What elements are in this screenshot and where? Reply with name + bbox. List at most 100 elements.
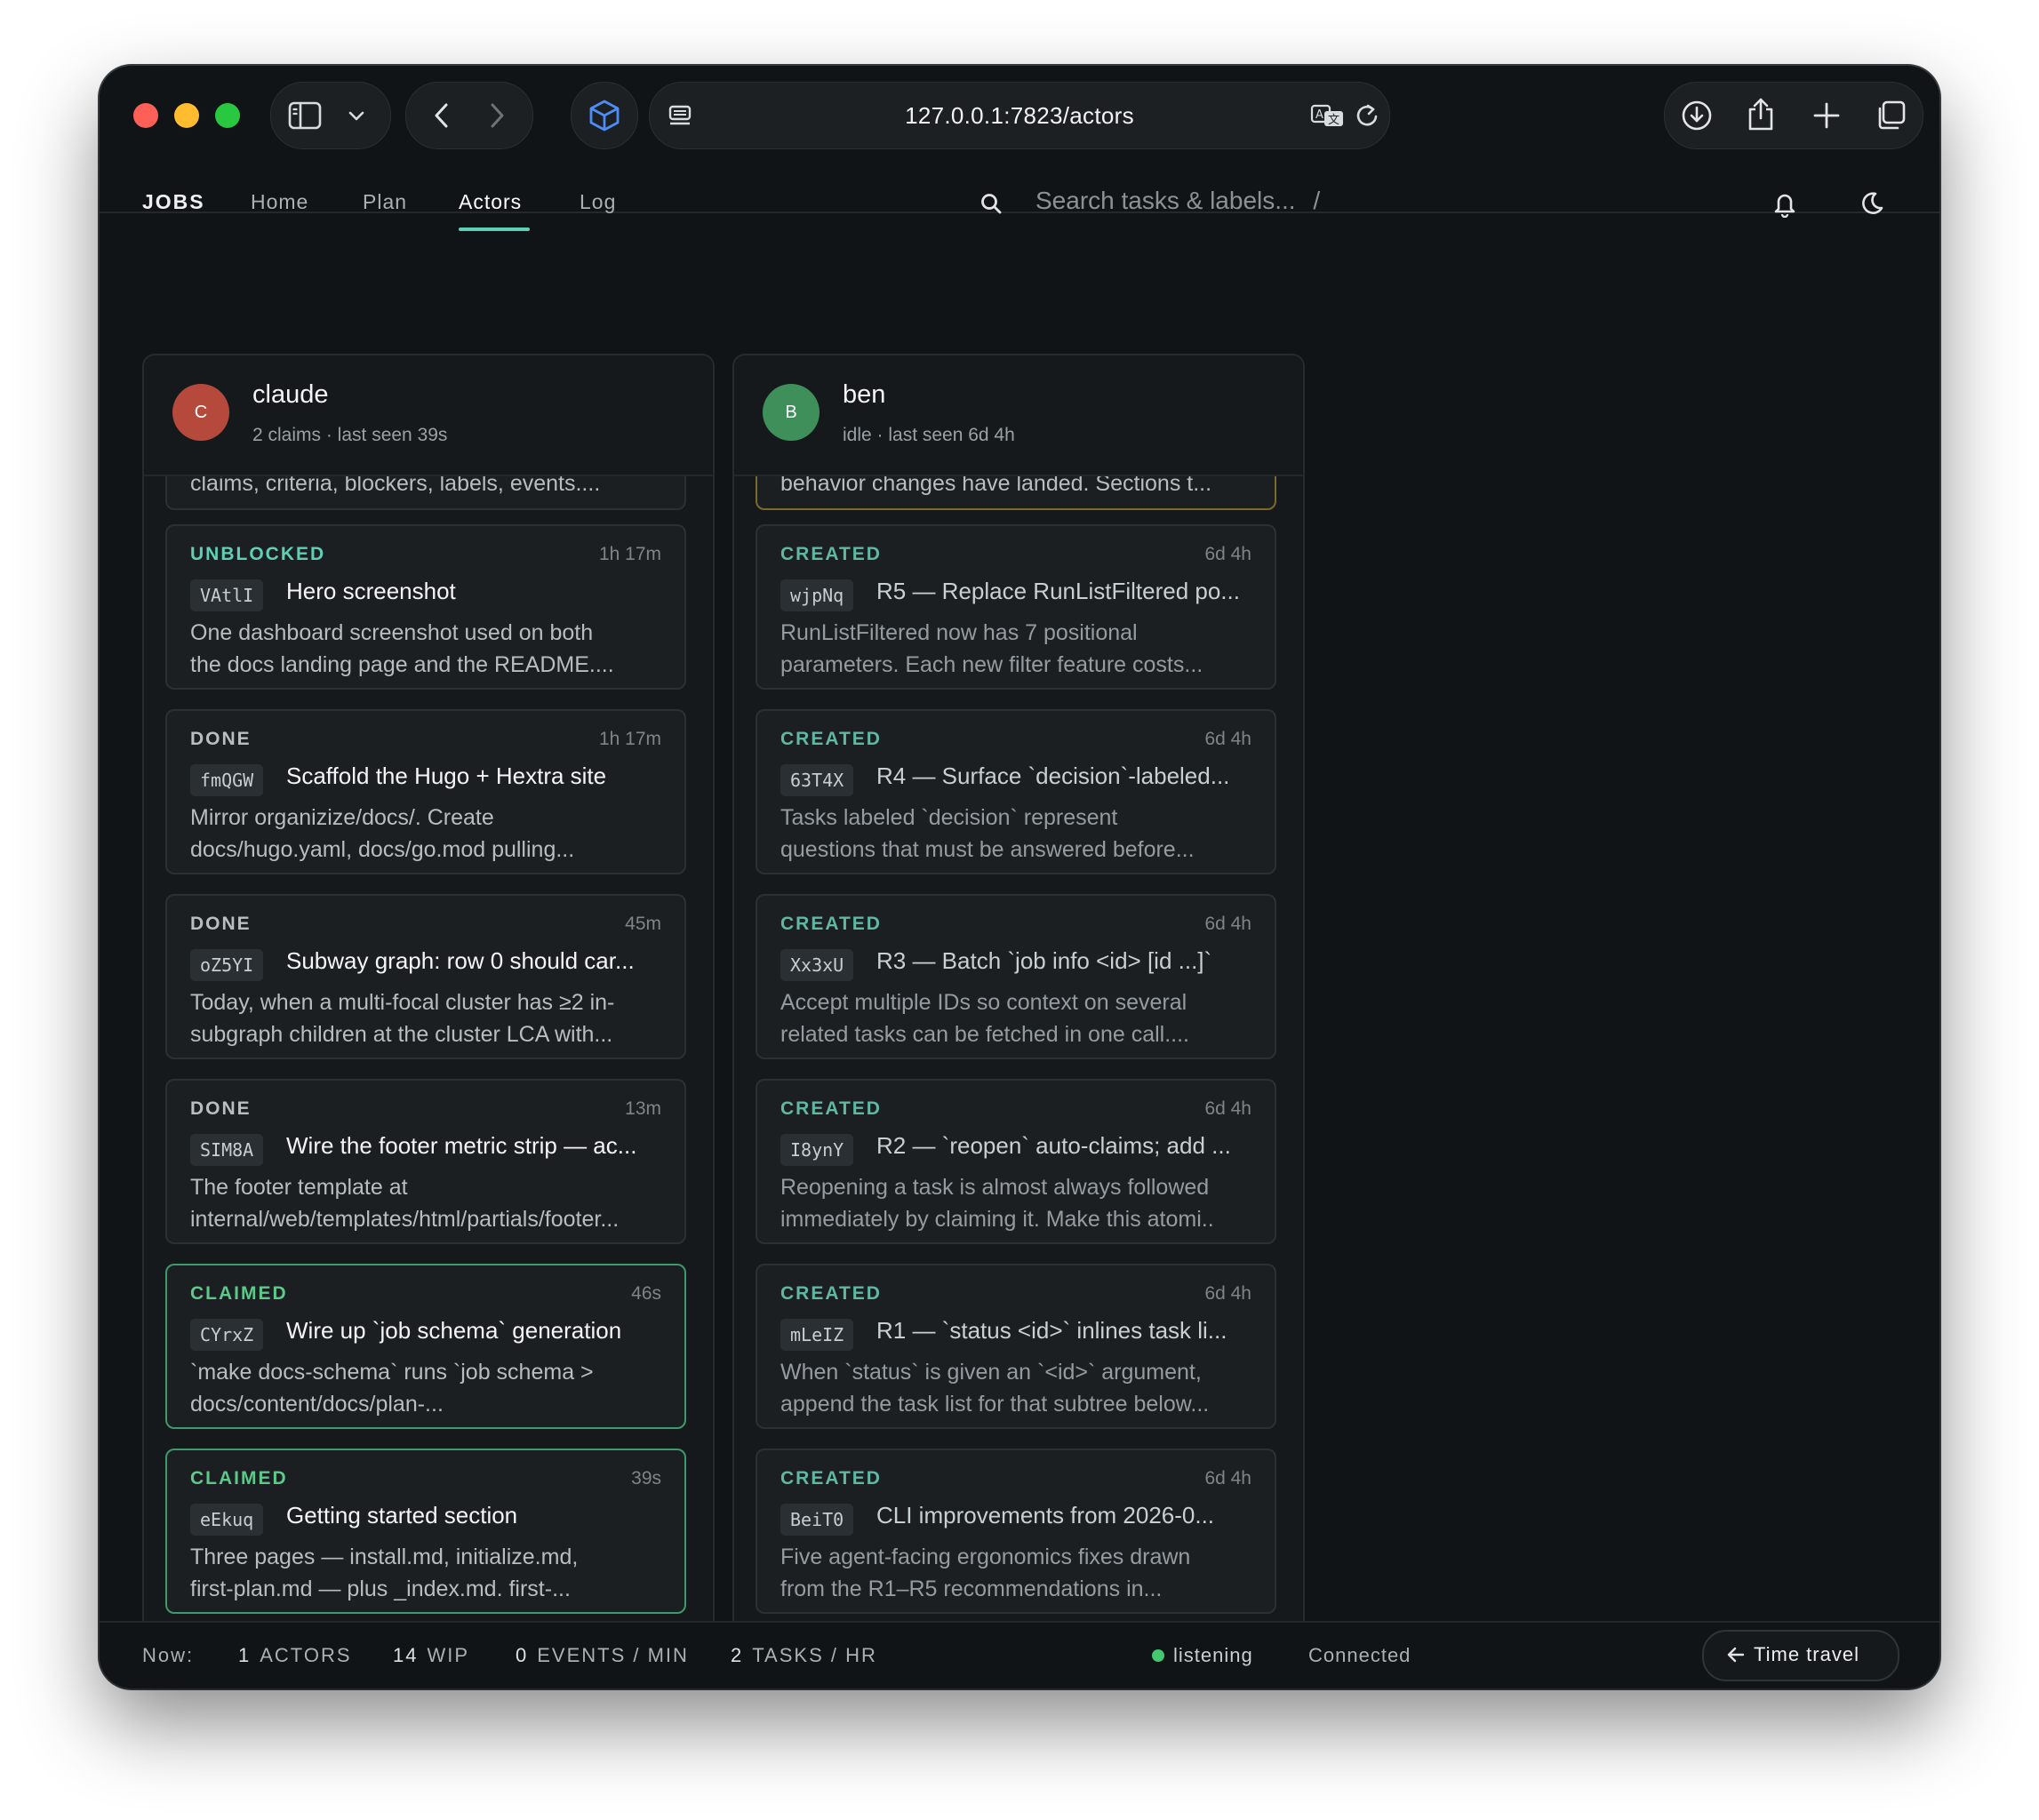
status-badge: DONE <box>190 914 252 934</box>
task-id: SIM8A <box>190 1134 264 1166</box>
browser-window: 127.0.0.1:7823/actors A文 JOBS Home Plan … <box>100 66 1939 1688</box>
task-card[interactable]: DONE 1h 17m fmQGW Scaffold the Hugo + He… <box>165 709 686 874</box>
task-card[interactable]: DONE 13m SIM8A Wire the footer metric st… <box>165 1079 686 1244</box>
bell-icon[interactable] <box>1767 187 1803 220</box>
task-description: When `status` is given an `<id>` argumen… <box>780 1360 1210 1417</box>
task-card[interactable]: DONE 45m oZ5YI Subway graph: row 0 shoul… <box>165 894 686 1059</box>
task-age: 1h 17m <box>598 544 661 564</box>
search-icon[interactable] <box>976 188 1006 219</box>
task-description: Tasks labeled `decision` represent questi… <box>780 805 1195 862</box>
app-header: JOBS Home Plan Actors Log Search tasks &… <box>100 66 1939 231</box>
task-title: R3 — Batch `job info <id> [id ...]` <box>876 947 1212 974</box>
actor-name: ben <box>843 380 886 409</box>
status-badge: DONE <box>190 729 252 749</box>
search-input[interactable]: Search tasks & labels... / <box>1035 187 1320 215</box>
task-id: I8ynY <box>780 1134 854 1166</box>
task-description: Accept multiple IDs so context on severa… <box>780 990 1189 1047</box>
connection-status: Connected <box>1308 1644 1411 1666</box>
task-card[interactable]: UNBLOCKED 1h 17m VAtlI Hero screenshot O… <box>165 524 686 690</box>
actor-header: C claude 2 claims · last seen 39s <box>144 355 713 476</box>
status-badge: UNBLOCKED <box>190 544 326 564</box>
task-id: Xx3xU <box>780 949 854 981</box>
avatar: C <box>172 384 229 441</box>
metric-wip: 14 WIP <box>393 1644 470 1666</box>
actor-column-claude: C claude 2 claims · last seen 39s claims… <box>142 354 715 1644</box>
listening-status: listening <box>1173 1644 1253 1666</box>
moon-icon[interactable] <box>1854 187 1890 220</box>
status-badge: CREATED <box>780 544 882 564</box>
now-label: Now: <box>142 1644 195 1666</box>
live-indicator <box>1152 1649 1164 1662</box>
task-title: R4 — Surface `decision`-labeled... <box>876 762 1230 789</box>
active-tab-indicator <box>459 228 530 231</box>
task-card[interactable]: CREATED 6d 4h wjpNq R5 — Replace RunList… <box>756 524 1276 690</box>
task-age: 6d 4h <box>1204 729 1251 749</box>
task-id: eEkuq <box>190 1504 264 1536</box>
task-title: R1 — `status <id>` inlines task li... <box>876 1317 1227 1344</box>
task-description: The footer template at internal/web/templ… <box>190 1175 620 1232</box>
task-age: 1h 17m <box>598 729 661 749</box>
task-card[interactable]: CLAIMED 46s CYrxZ Wire up `job schema` g… <box>165 1264 686 1429</box>
task-age: 45m <box>625 914 661 934</box>
task-id: CYrxZ <box>190 1319 264 1351</box>
task-card[interactable]: CREATED 6d 4h Xx3xU R3 — Batch `job info… <box>756 894 1276 1059</box>
time-travel-label: Time travel <box>1754 1643 1859 1665</box>
search-placeholder: Search tasks & labels... <box>1035 187 1296 214</box>
nav-plan[interactable]: Plan <box>363 190 407 214</box>
task-description: Three pages — install.md, initialize.md,… <box>190 1545 579 1601</box>
task-age: 6d 4h <box>1204 544 1251 564</box>
task-card[interactable]: CREATED 6d 4h I8ynY R2 — `reopen` auto-c… <box>756 1079 1276 1244</box>
nav-home[interactable]: Home <box>251 190 308 214</box>
nav-log[interactable]: Log <box>580 190 616 214</box>
task-card[interactable]: CREATED 6d 4h mLeIZ R1 — `status <id>` i… <box>756 1264 1276 1429</box>
metric-actors: 1 ACTORS <box>238 1644 352 1666</box>
task-title: Wire up `job schema` generation <box>286 1317 622 1344</box>
task-age: 6d 4h <box>1204 1468 1251 1489</box>
status-badge: CREATED <box>780 1468 882 1489</box>
status-badge: CREATED <box>780 1098 882 1119</box>
status-badge: DONE <box>190 1098 252 1119</box>
task-card[interactable]: CREATED 6d 4h 63T4X R4 — Surface `decisi… <box>756 709 1276 874</box>
task-description: Five agent-facing ergonomics fixes drawn… <box>780 1545 1191 1601</box>
task-card[interactable]: CLAIMED 39s eEkuq Getting started sectio… <box>165 1449 686 1614</box>
task-title: CLI improvements from 2026-0... <box>876 1502 1215 1529</box>
task-id: BeiT0 <box>780 1504 854 1536</box>
task-description: Mirror organizize/docs/. Create docs/hugo… <box>190 805 575 862</box>
task-title: Subway graph: row 0 should car... <box>286 947 635 974</box>
arrow-left-icon <box>1725 1644 1747 1665</box>
status-badge: CREATED <box>780 729 882 749</box>
search-shortcut-hint: / <box>1313 187 1321 214</box>
brand-logo[interactable]: JOBS <box>142 190 205 214</box>
nav-actors[interactable]: Actors <box>459 190 522 214</box>
task-description: One dashboard screenshot used on both the… <box>190 620 614 677</box>
time-travel-button[interactable]: Time travel <box>1702 1630 1899 1681</box>
task-id: mLeIZ <box>780 1319 854 1351</box>
task-title: Hero screenshot <box>286 578 456 604</box>
task-title: R5 — Replace RunListFiltered po... <box>876 578 1240 604</box>
task-description: Today, when a multi-focal cluster has ≥2… <box>190 990 615 1047</box>
task-id: fmQGW <box>190 764 264 796</box>
actor-column-ben: B ben idle · last seen 6d 4h behavior ch… <box>732 354 1305 1644</box>
task-age: 6d 4h <box>1204 1098 1251 1119</box>
task-age: 6d 4h <box>1204 1283 1251 1304</box>
metric-events: 0 EVENTS / MIN <box>516 1644 689 1666</box>
task-id: VAtlI <box>190 579 264 611</box>
task-title: Scaffold the Hugo + Hextra site <box>286 762 607 789</box>
actor-meta: 2 claims · last seen 39s <box>252 425 448 445</box>
task-title: Wire the footer metric strip — ac... <box>286 1132 637 1159</box>
task-age: 39s <box>631 1468 661 1489</box>
task-description: `make docs-schema` runs `job schema > doc… <box>190 1360 594 1417</box>
status-badge: CLAIMED <box>190 1283 288 1304</box>
actor-meta: idle · last seen 6d 4h <box>843 425 1015 445</box>
actor-header: B ben idle · last seen 6d 4h <box>734 355 1303 476</box>
task-id: 63T4X <box>780 764 854 796</box>
task-age: 6d 4h <box>1204 914 1251 934</box>
task-card[interactable]: CREATED 6d 4h BeiT0 CLI improvements fro… <box>756 1449 1276 1614</box>
task-id: wjpNq <box>780 579 854 611</box>
avatar: B <box>763 384 820 441</box>
task-id: oZ5YI <box>190 949 264 981</box>
task-age: 46s <box>631 1283 661 1304</box>
actor-name: claude <box>252 380 329 409</box>
task-title: Getting started section <box>286 1502 518 1529</box>
task-description: Reopening a task is almost always follow… <box>780 1175 1214 1232</box>
